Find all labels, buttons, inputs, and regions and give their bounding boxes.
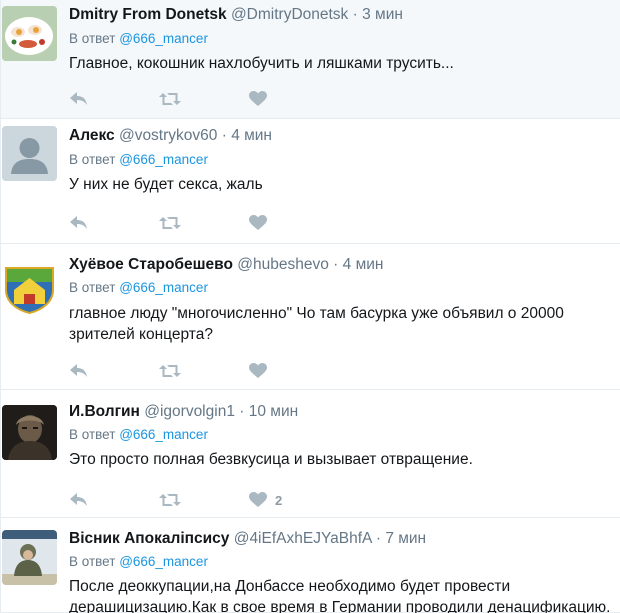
like-button[interactable] (249, 213, 275, 233)
tweet[interactable]: Алекс @vostrykov60 · 4 мин В ответ @666_… (1, 119, 620, 244)
reply-icon (70, 493, 87, 506)
tweet-text-line: главное люду "многочисленно" Чо там басу… (69, 305, 564, 322)
tweet-text: Главное, кокошник нахлобучить и ляшками … (69, 55, 454, 72)
reply-prefix: В ответ (69, 31, 116, 46)
avatar[interactable] (2, 6, 57, 61)
default-avatar-icon (2, 126, 57, 181)
reply-mention[interactable]: @666_mancer (119, 152, 208, 167)
retweet-icon (159, 494, 181, 506)
tweet-header: Dmitry From Donetsk @DmitryDonetsk · 3 м… (69, 5, 403, 25)
reply-mention[interactable]: @666_mancer (119, 427, 208, 442)
tweet-header: Вісник Апокаліпсису @4iEfAxhEJYaBhfA · 7… (69, 529, 426, 549)
retweet-button[interactable] (159, 89, 181, 109)
reply-context: В ответ @666_mancer (69, 152, 208, 167)
author-name[interactable]: Вісник Апокаліпсису (69, 530, 229, 547)
heart-icon (249, 363, 267, 378)
author-handle[interactable]: @vostrykov60 (119, 127, 217, 144)
reply-mention[interactable]: @666_mancer (119, 31, 208, 46)
separator: · (239, 403, 245, 420)
avatar[interactable] (2, 405, 57, 460)
tweet[interactable]: Вісник Апокаліпсису @4iEfAxhEJYaBhfA · 7… (1, 518, 620, 613)
tweet-text: У них не будет секса, жаль (69, 176, 263, 193)
like-button[interactable] (249, 89, 275, 109)
author-name[interactable]: Хуёвое Старобешево (69, 256, 233, 273)
tweet-text-line: После деоккупации,на Донбассе необходимо… (69, 578, 511, 595)
reply-prefix: В ответ (69, 427, 116, 442)
retweet-icon (159, 93, 181, 105)
retweet-button[interactable] (159, 213, 181, 233)
avatar[interactable] (2, 530, 57, 585)
separator: · (375, 530, 381, 547)
like-count: 2 (275, 492, 283, 508)
reply-icon (70, 364, 87, 377)
retweet-button[interactable] (159, 490, 181, 510)
author-name[interactable]: Алекс (69, 127, 115, 144)
reply-mention[interactable]: @666_mancer (119, 280, 208, 295)
tweet-header: И.Волгин @igorvolgin1 · 10 мин (69, 402, 298, 422)
retweet-icon (159, 217, 181, 229)
tweet-text: Это просто полная безвкусица и вызывает … (69, 451, 473, 468)
separator: · (221, 127, 227, 144)
avatar-image (2, 530, 57, 585)
reply-context: В ответ @666_mancer (69, 554, 208, 569)
coat-of-arms-image (2, 260, 57, 315)
tweet[interactable]: И.Волгин @igorvolgin1 · 10 мин В ответ @… (1, 390, 620, 518)
author-handle[interactable]: @4iEfAxhEJYaBhfA (234, 530, 372, 547)
author-name[interactable]: Dmitry From Donetsk (69, 6, 227, 23)
like-button[interactable] (249, 361, 275, 381)
reply-button[interactable] (69, 361, 89, 381)
reply-prefix: В ответ (69, 280, 116, 295)
avatar-image (2, 6, 57, 61)
reply-mention[interactable]: @666_mancer (119, 554, 208, 569)
avatar[interactable] (2, 126, 57, 181)
reply-icon (70, 216, 87, 229)
author-handle[interactable]: @DmitryDonetsk (231, 6, 348, 23)
author-handle[interactable]: @hubeshevo (237, 256, 329, 273)
tweet-header: Хуёвое Старобешево @hubeshevo · 4 мин (69, 255, 383, 275)
avatar[interactable] (2, 260, 57, 315)
tweet-text: главное люду "многочисленно" Чо там басу… (69, 303, 616, 345)
tweet-feed: Dmitry From Donetsk @DmitryDonetsk · 3 м… (0, 0, 620, 613)
reply-context: В ответ @666_mancer (69, 427, 208, 442)
tweet-text-line: дерашицизацию.Как в свое время в Германи… (69, 599, 611, 613)
reply-button[interactable] (69, 89, 89, 109)
timestamp[interactable]: 7 мин (385, 530, 426, 547)
reply-icon (70, 92, 87, 105)
separator: · (333, 256, 339, 273)
tweet-header: Алекс @vostrykov60 · 4 мин (69, 126, 272, 146)
heart-icon (249, 492, 267, 507)
tweet-text-line: зрителей концерта? (69, 326, 213, 343)
reply-button[interactable] (69, 490, 89, 510)
author-handle[interactable]: @igorvolgin1 (144, 403, 235, 420)
timestamp[interactable]: 3 мин (362, 6, 403, 23)
reply-context: В ответ @666_mancer (69, 31, 208, 46)
heart-icon (249, 215, 267, 230)
avatar-image (2, 405, 57, 460)
reply-prefix: В ответ (69, 152, 116, 167)
timestamp[interactable]: 10 мин (249, 403, 298, 420)
timestamp[interactable]: 4 мин (343, 256, 384, 273)
timestamp[interactable]: 4 мин (231, 127, 272, 144)
reply-prefix: В ответ (69, 554, 116, 569)
separator: · (352, 6, 358, 23)
tweet[interactable]: Dmitry From Donetsk @DmitryDonetsk · 3 м… (1, 0, 620, 119)
retweet-button[interactable] (159, 361, 181, 381)
reply-button[interactable] (69, 213, 89, 233)
like-button[interactable]: 2 (249, 490, 282, 510)
tweet[interactable]: Хуёвое Старобешево @hubeshevo · 4 мин В … (1, 244, 620, 390)
retweet-icon (159, 365, 181, 377)
tweet-text: После деоккупации,на Донбассе необходимо… (69, 576, 616, 613)
author-name[interactable]: И.Волгин (69, 403, 140, 420)
heart-icon (249, 91, 267, 106)
reply-context: В ответ @666_mancer (69, 280, 208, 295)
